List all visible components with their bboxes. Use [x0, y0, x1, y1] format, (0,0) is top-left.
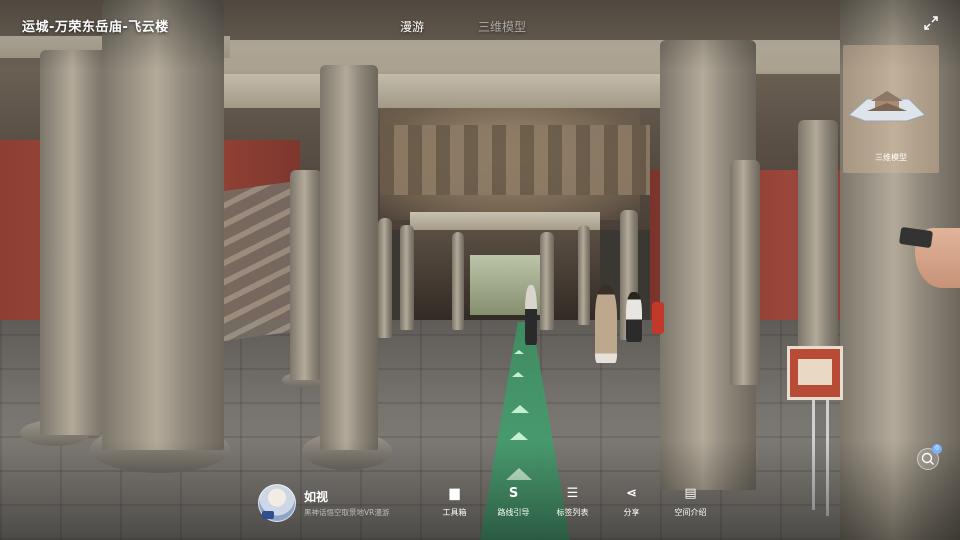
view-mode-tabs: 漫游 三维模型: [400, 18, 526, 35]
vignette-overlay: [0, 0, 960, 540]
3d-model-thumbnail[interactable]: 三维模型: [843, 45, 939, 173]
building-model-icon: [848, 91, 926, 122]
tab-3d-model[interactable]: 三维模型: [478, 18, 526, 35]
page-title: 运城-万荣东岳庙-飞云楼: [22, 20, 169, 35]
route-guide-button[interactable]: S 路线引导: [484, 486, 543, 518]
brand-block[interactable]: 如视 黑神话悟空取景地VR漫游: [258, 484, 408, 524]
route-guide-icon: S: [508, 486, 519, 501]
brand-subtitle: 黑神话悟空取景地VR漫游: [304, 508, 390, 517]
zoom-badge: 0: [932, 444, 942, 454]
tag-list-label: 标签列表: [556, 508, 589, 517]
toolbox-icon: ▆: [449, 486, 460, 501]
space-intro-icon: ▤: [684, 486, 697, 501]
share-label: 分享: [623, 508, 640, 517]
toolbox-button[interactable]: ▆ 工具箱: [425, 486, 484, 518]
bottom-toolbar: ▆ 工具箱 S 路线引导 ☰ 标签列表 ⋖ 分享 ▤ 空间介绍: [425, 486, 720, 518]
tag-list-button[interactable]: ☰ 标签列表: [543, 486, 602, 518]
avatar-tag-icon: [262, 511, 274, 519]
space-intro-button[interactable]: ▤ 空间介绍: [661, 486, 720, 518]
expand-arrows-glyph: [924, 16, 938, 30]
share-icon: ⋖: [626, 486, 637, 501]
share-button[interactable]: ⋖ 分享: [602, 486, 661, 518]
tag-list-icon: ☰: [566, 486, 579, 501]
3d-model-label: 三维模型: [875, 153, 907, 162]
tab-roam[interactable]: 漫游: [400, 18, 424, 35]
brand-avatar: [258, 484, 296, 522]
route-guide-label: 路线引导: [497, 508, 530, 517]
space-intro-label: 空间介绍: [674, 508, 707, 517]
expand-arrows-icon[interactable]: [922, 16, 940, 34]
panorama-view[interactable]: [0, 0, 960, 540]
toolbox-label: 工具箱: [442, 508, 467, 517]
brand-name: 如视: [304, 490, 329, 504]
